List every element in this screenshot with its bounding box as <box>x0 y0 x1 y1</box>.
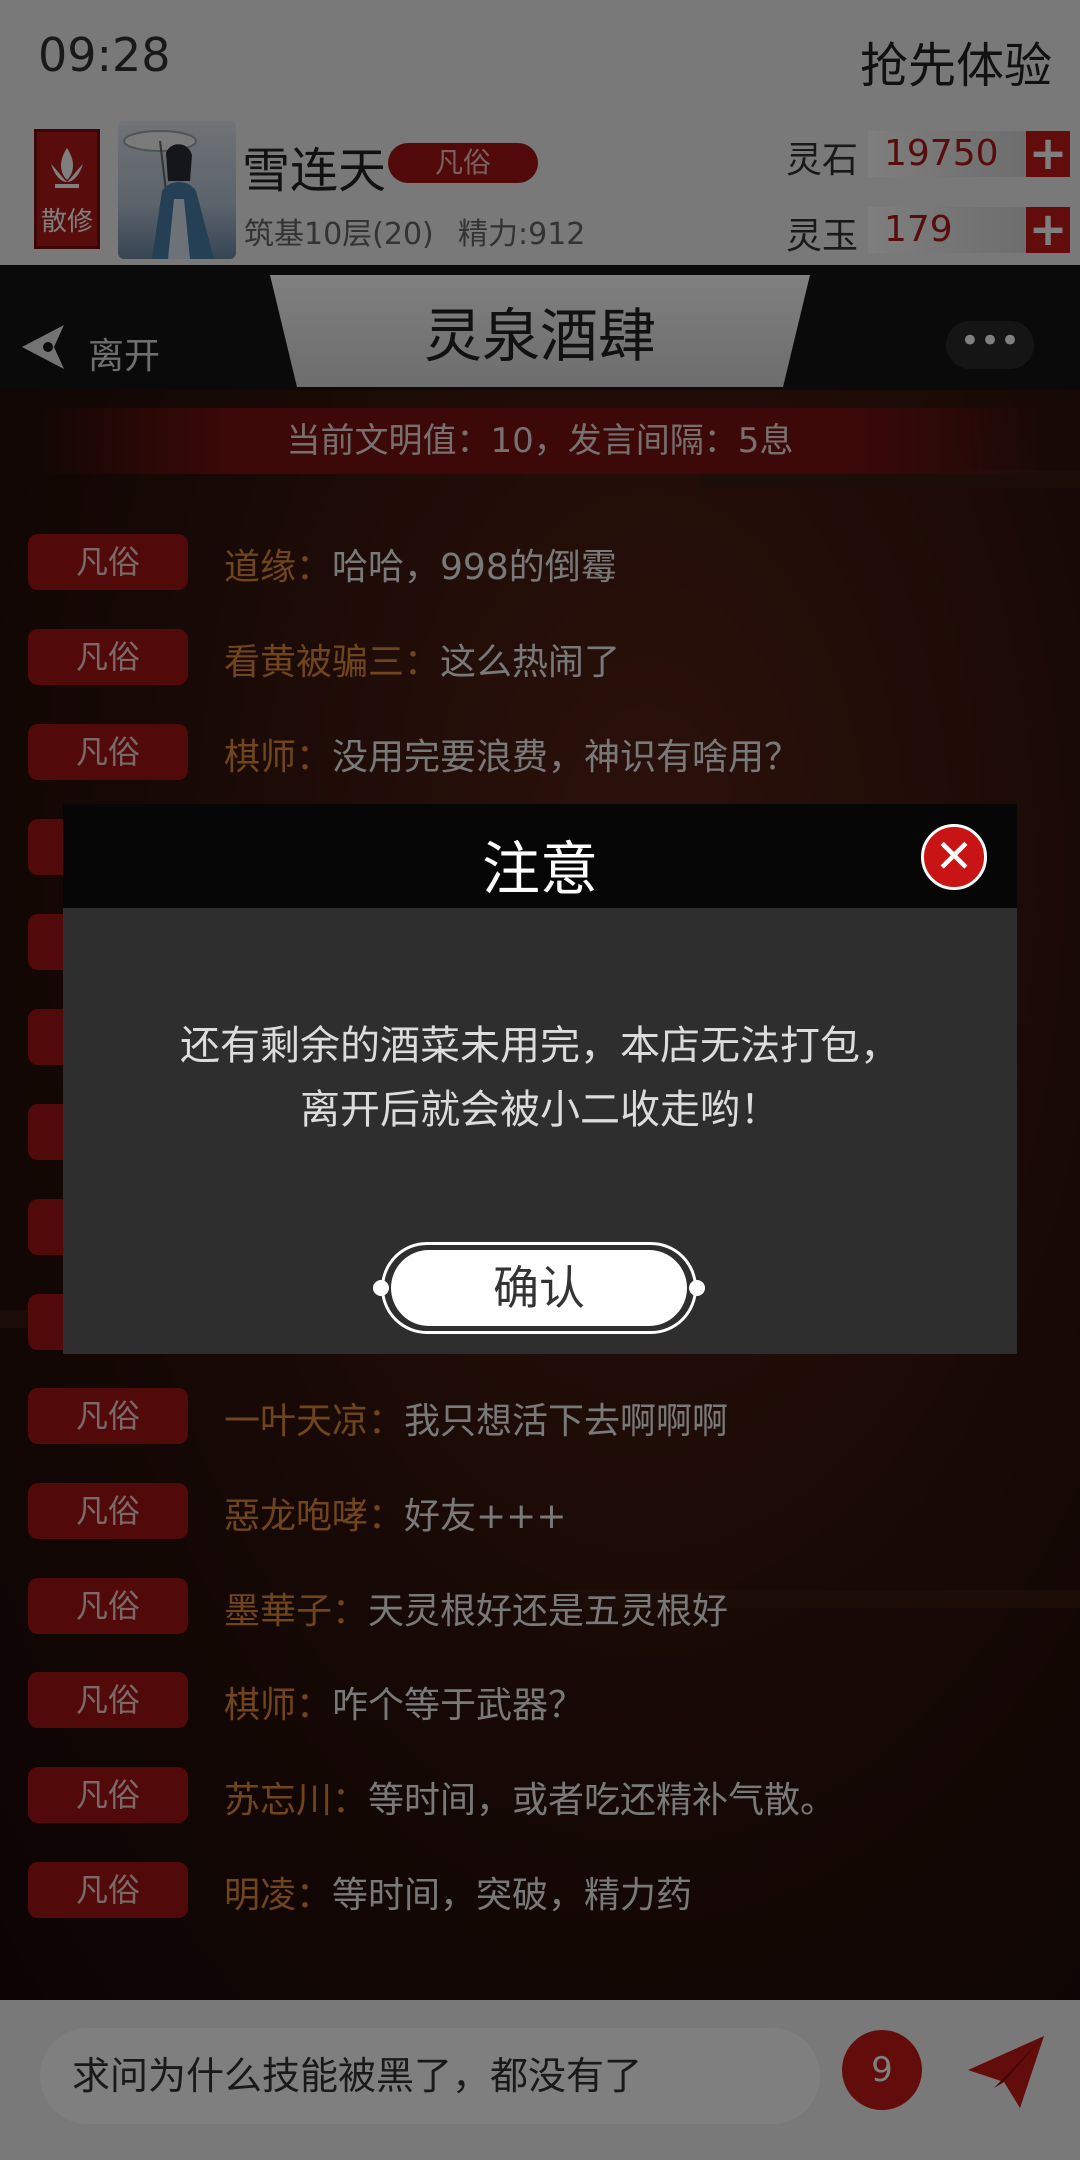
dialog-message: 还有剩余的酒菜未用完，本店无法打包， 离开后就会被小二收走哟！ <box>103 1014 977 1142</box>
notice-dialog: 注意 ✕ 还有剩余的酒菜未用完，本店无法打包， 离开后就会被小二收走哟！ 确认 <box>63 804 1017 1354</box>
confirm-button[interactable]: 确认 <box>373 1242 705 1334</box>
close-icon[interactable]: ✕ <box>921 824 987 890</box>
dialog-message-line: 还有剩余的酒菜未用完，本店无法打包， <box>180 1023 900 1069</box>
dialog-title: 注意 <box>481 835 598 903</box>
confirm-button-label: 确认 <box>391 1250 687 1326</box>
dialog-message-line: 离开后就会被小二收走哟！ <box>300 1087 780 1133</box>
dialog-header: 注意 ✕ <box>63 804 1017 908</box>
